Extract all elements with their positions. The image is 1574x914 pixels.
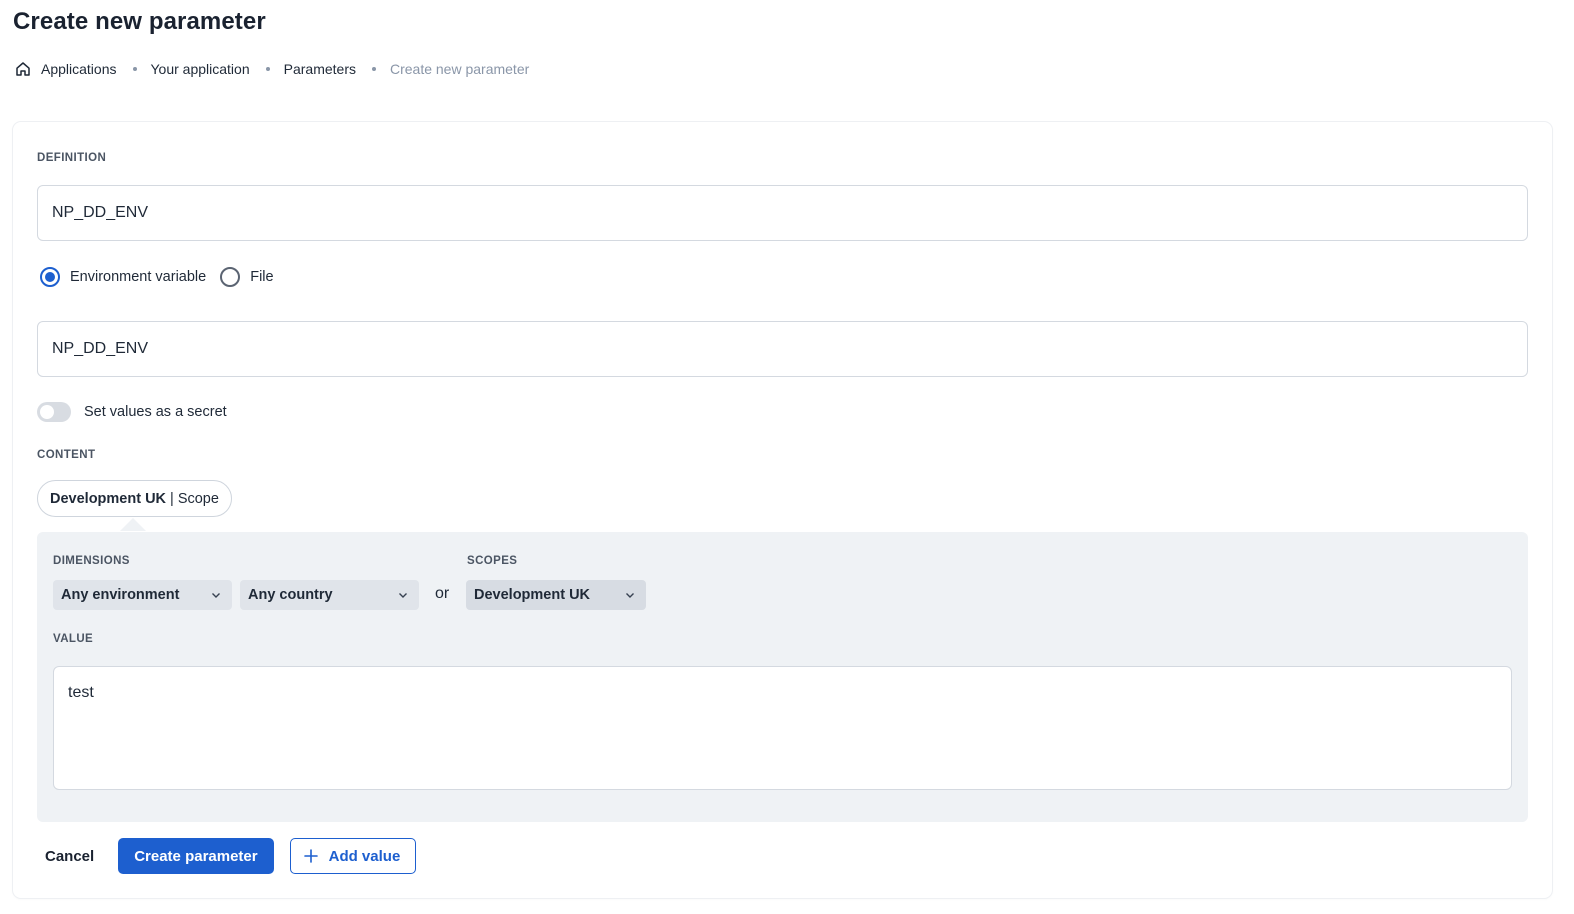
scope-pill-caret xyxy=(120,518,146,531)
environment-select-value: Any environment xyxy=(61,587,180,603)
plus-icon xyxy=(303,849,318,863)
add-value-label: Add value xyxy=(328,847,401,865)
value-textarea[interactable]: test xyxy=(53,666,1512,790)
parameter-form-card: DEFINITION Environment variable File Set… xyxy=(13,122,1552,898)
page-title: Create new parameter xyxy=(13,8,266,35)
content-section-label: CONTENT xyxy=(37,449,96,461)
scope-select[interactable]: Development UK xyxy=(466,580,646,610)
scopes-label: SCOPES xyxy=(467,555,518,567)
breadcrumb-separator xyxy=(265,67,270,71)
scope-pill-name: Development UK xyxy=(50,490,167,507)
chevron-down-icon xyxy=(399,593,407,598)
breadcrumb: Applications Your application Parameters… xyxy=(14,59,529,79)
scope-pill-separator: | xyxy=(170,490,174,507)
secret-toggle-label: Set values as a secret xyxy=(84,404,227,420)
add-value-button[interactable]: Add value xyxy=(289,838,417,874)
definition-section-label: DEFINITION xyxy=(37,152,107,164)
create-parameter-button[interactable]: Create parameter xyxy=(118,838,274,874)
breadcrumb-current: Create new parameter xyxy=(389,61,530,77)
chevron-down-icon xyxy=(626,593,634,598)
home-icon[interactable] xyxy=(14,60,32,78)
country-select[interactable]: Any country xyxy=(240,580,419,610)
value-label: VALUE xyxy=(53,633,94,645)
breadcrumb-your-application[interactable]: Your application xyxy=(151,61,250,77)
parameter-type-radio-group: Environment variable File xyxy=(40,267,288,287)
chevron-down-icon xyxy=(212,593,220,598)
country-select-value: Any country xyxy=(248,587,333,603)
dimensions-label: DIMENSIONS xyxy=(53,555,130,567)
environment-select[interactable]: Any environment xyxy=(53,580,232,610)
parameter-name-input[interactable] xyxy=(37,185,1528,241)
or-text: or xyxy=(435,585,450,602)
file-radio[interactable] xyxy=(220,267,241,287)
value-scope-tab[interactable]: Development UK | Scope xyxy=(37,480,232,517)
secret-toggle[interactable] xyxy=(37,402,71,422)
scope-pill-kind: Scope xyxy=(177,490,219,507)
breadcrumb-separator xyxy=(371,67,376,71)
breadcrumb-separator xyxy=(132,67,137,71)
breadcrumb-applications[interactable]: Applications xyxy=(41,61,117,77)
cancel-button[interactable]: Cancel xyxy=(37,838,102,874)
breadcrumb-parameters[interactable]: Parameters xyxy=(284,61,356,77)
form-actions: Cancel Create parameter Add value xyxy=(37,838,417,874)
environment-variable-label[interactable]: Environment variable xyxy=(70,269,206,285)
environment-variable-radio[interactable] xyxy=(40,267,60,287)
scope-select-value: Development UK xyxy=(474,587,591,603)
secret-toggle-row: Set values as a secret xyxy=(37,402,227,422)
environment-variable-name-input[interactable] xyxy=(37,321,1528,377)
file-label[interactable]: File xyxy=(250,269,273,285)
value-editor-panel: DIMENSIONS SCOPES Any environment Any co… xyxy=(37,532,1528,822)
